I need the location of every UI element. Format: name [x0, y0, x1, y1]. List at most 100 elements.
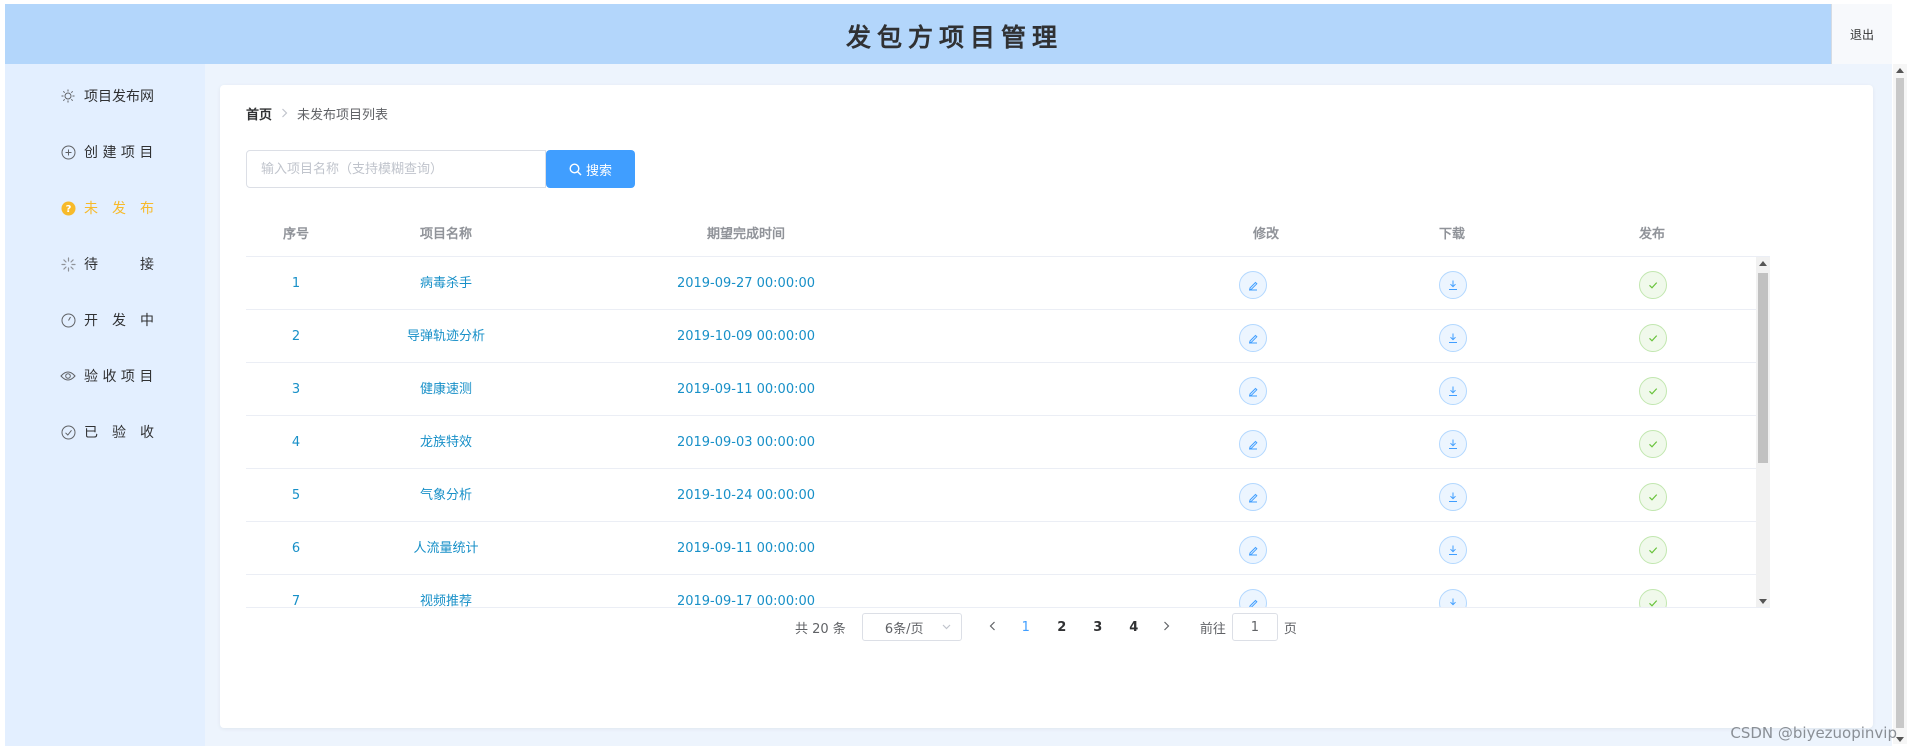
cell-due: 2019-09-03 00:00:00 [676, 435, 816, 450]
cell-index: 7 [291, 594, 301, 608]
cell-name: 人流量统计 [413, 541, 479, 556]
search-input[interactable] [246, 150, 546, 188]
scroll-down-arrow-icon[interactable] [1759, 599, 1767, 604]
edit-icon [1249, 546, 1258, 556]
chevron-left-icon [989, 621, 996, 630]
download-button[interactable] [1439, 483, 1467, 511]
sidebar-item-in-development[interactable]: 开 发 中 [60, 310, 154, 330]
table-header: 序号 项目名称 期望完成时间 修改 下载 发布 [246, 213, 1770, 257]
table-row: 3 健康速测 2019-09-11 00:00:00 [246, 363, 1756, 416]
top-header: 发包方项目管理 退出 [5, 4, 1892, 64]
download-button[interactable] [1439, 271, 1467, 299]
cell-index: 1 [291, 276, 301, 291]
column-header-due: 期望完成时间 [706, 227, 785, 242]
cell-name: 导弹轨迹分析 [406, 329, 485, 344]
edit-button[interactable] [1239, 483, 1267, 511]
next-page-button[interactable] [1152, 620, 1182, 635]
breadcrumb-home[interactable]: 首页 [246, 104, 272, 123]
publish-button[interactable] [1639, 377, 1667, 405]
page-title: 发包方项目管理 [845, 23, 1063, 52]
page-size-value: 6条/页 [884, 621, 924, 637]
scroll-up-arrow-icon[interactable] [1759, 261, 1767, 266]
table-row: 1 病毒杀手 2019-09-27 00:00:00 [246, 257, 1756, 310]
cell-due: 2019-09-17 00:00:00 [676, 594, 816, 608]
circle-check-icon [60, 424, 76, 440]
cell-name: 气象分析 [419, 488, 472, 503]
goto-page-input[interactable] [1231, 613, 1278, 641]
sidebar-item-label: 开 发 中 [84, 313, 154, 329]
publish-button[interactable] [1639, 430, 1667, 458]
publish-button[interactable] [1639, 324, 1667, 352]
edit-button[interactable] [1239, 589, 1267, 607]
cell-name: 视频推荐 [419, 594, 472, 608]
timer-icon [60, 312, 76, 328]
download-icon [1450, 598, 1456, 606]
sidebar-item-create-project[interactable]: 创 建 项 目 [60, 142, 153, 162]
sidebar-item-pending[interactable]: 待 接 [60, 254, 154, 274]
download-icon [1449, 545, 1457, 555]
scroll-up-arrow-icon[interactable] [1896, 68, 1904, 73]
download-button[interactable] [1439, 536, 1467, 564]
question-circle-icon: ? [60, 200, 76, 216]
edit-button[interactable] [1239, 324, 1267, 352]
sidebar-item-acceptance[interactable]: 验 收 项 目 [60, 366, 153, 386]
check-icon [1649, 282, 1658, 289]
table-row: 7 视频推荐 2019-09-17 00:00:00 [246, 575, 1756, 608]
sidebar-item-accepted[interactable]: 已 验 收 [60, 422, 154, 442]
page-scrollbar[interactable] [1893, 64, 1907, 744]
download-icon [1449, 386, 1457, 396]
download-button[interactable] [1439, 377, 1467, 405]
table-scrollbar[interactable] [1756, 257, 1770, 607]
page-number[interactable]: 1 [1008, 620, 1044, 635]
page-jumper: 前往 页 [1200, 613, 1297, 641]
svg-text:?: ? [65, 204, 71, 215]
edit-button[interactable] [1239, 271, 1267, 299]
column-header-download: 下载 [1439, 227, 1466, 242]
cell-index: 3 [291, 382, 301, 397]
logout-button[interactable]: 退出 [1831, 4, 1892, 64]
sidebar-item-label: 已 验 收 [84, 425, 154, 441]
sidebar-item-unpublished[interactable]: ? 未 发 布 [60, 198, 154, 218]
table-row: 2 导弹轨迹分析 2019-10-09 00:00:00 [246, 310, 1756, 363]
download-icon [1449, 280, 1457, 290]
page-size-select[interactable]: 6条/页 [861, 613, 962, 641]
table-row: 6 人流量统计 2019-09-11 00:00:00 [246, 522, 1756, 575]
circle-plus-icon [60, 144, 76, 160]
edit-icon [1249, 440, 1258, 450]
scrollbar-thumb[interactable] [1896, 78, 1904, 728]
column-header-index: 序号 [282, 227, 309, 242]
sidebar-item-label: 待 接 [84, 257, 154, 273]
cell-index: 4 [291, 435, 301, 450]
prev-page-button[interactable] [978, 620, 1008, 635]
publish-button[interactable] [1639, 271, 1667, 299]
scrollbar-thumb[interactable] [1758, 273, 1768, 463]
publish-button[interactable] [1639, 536, 1667, 564]
edit-button[interactable] [1239, 430, 1267, 458]
pagination: 共 20 条 6条/页 1 2 3 4 前往 页 [795, 613, 1297, 641]
sun-icon [60, 88, 76, 104]
sidebar-item-project-site[interactable]: 项目发布网 [60, 86, 154, 106]
watermark: CSDN @biyezuopinvip [1730, 724, 1897, 742]
edit-button[interactable] [1239, 536, 1267, 564]
publish-button[interactable] [1639, 483, 1667, 511]
cell-due: 2019-09-27 00:00:00 [676, 276, 816, 291]
check-icon [1649, 494, 1658, 501]
page-number[interactable]: 3 [1080, 620, 1116, 635]
search-icon [569, 162, 582, 175]
download-button[interactable] [1439, 324, 1467, 352]
page-number[interactable]: 4 [1116, 620, 1152, 635]
scroll-down-arrow-icon[interactable] [1896, 737, 1904, 742]
publish-button[interactable] [1639, 589, 1667, 607]
cell-due: 2019-10-24 00:00:00 [676, 488, 816, 503]
loading-icon [60, 256, 76, 272]
cell-name: 病毒杀手 [419, 276, 472, 291]
edit-button[interactable] [1239, 377, 1267, 405]
download-button[interactable] [1439, 430, 1467, 458]
pagination-total: 共 20 条 [795, 621, 846, 637]
column-header-edit: 修改 [1253, 227, 1280, 242]
cell-due: 2019-10-09 00:00:00 [676, 329, 816, 344]
search-button[interactable]: 搜索 [546, 150, 635, 188]
page-number[interactable]: 2 [1044, 620, 1080, 635]
download-button[interactable] [1439, 589, 1467, 607]
check-icon [1649, 600, 1658, 607]
